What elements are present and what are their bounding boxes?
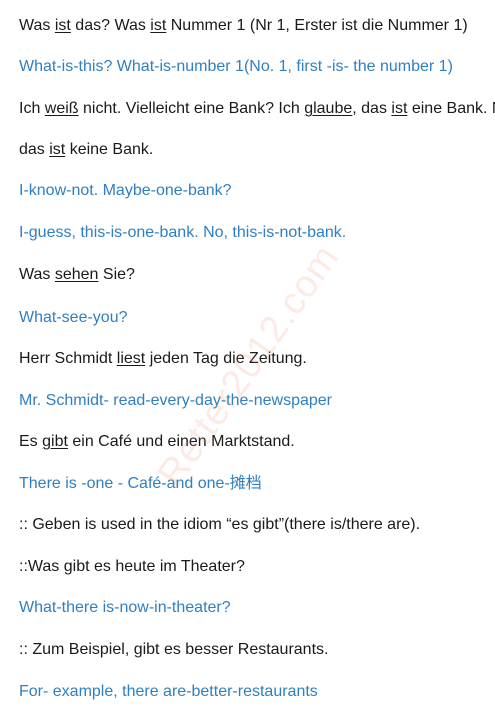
- english-gloss-line-6: There is -one - Café-and one-摊档: [19, 475, 262, 492]
- english-gloss-line-3: I-guess, this-is-one-bank. No, this-is-n…: [19, 224, 347, 241]
- text-segment: nicht. Vielleicht eine Bank? Ich: [78, 100, 305, 117]
- underlined-verb: liest: [116, 350, 146, 367]
- text-segment: Es: [19, 433, 43, 450]
- text-segment: Herr Schmidt: [19, 350, 117, 367]
- underlined-verb: sehen: [54, 266, 99, 283]
- underlined-verb: ist: [49, 141, 66, 158]
- german-line-3: das ist keine Bank.: [19, 140, 495, 160]
- text-segment: Nummer 1 (Nr 1, Erster ist die Nummer 1): [166, 17, 468, 34]
- text-segment: keine Bank.: [65, 141, 154, 158]
- german-line-6: Es gibt ein Café und einen Marktstand.: [19, 432, 495, 452]
- german-line-2: Ich weiß nicht. Vielleicht eine Bank? Ic…: [19, 99, 495, 119]
- english-gloss-line-4: What-see-you?: [19, 309, 128, 326]
- underlined-verb: weiß: [44, 100, 79, 117]
- note-line-1: :: Geben is used in the idiom “es gibt”(…: [19, 516, 421, 533]
- underlined-verb: ist: [391, 100, 408, 117]
- german-line-5: Herr Schmidt liest jeden Tag die Zeitung…: [19, 349, 495, 369]
- text-segment: Ich: [19, 100, 45, 117]
- text-segment: das: [19, 141, 50, 158]
- underlined-verb: gibt: [42, 433, 68, 450]
- text-segment: das? Was: [70, 17, 151, 34]
- german-line-1: Was ist das? Was ist Nummer 1 (Nr 1, Ers…: [19, 16, 495, 36]
- underlined-verb: glaube: [304, 100, 353, 117]
- text-segment: jeden Tag die Zeitung.: [145, 350, 307, 367]
- english-gloss-line-2: I-know-not. Maybe-one-bank?: [19, 182, 232, 199]
- english-gloss-line-5: Mr. Schmidt- read-every-day-the-newspape…: [19, 392, 333, 409]
- underlined-verb: ist: [54, 17, 71, 34]
- english-gloss-line-1: What-is-this? What-is-number 1(No. 1, fi…: [19, 58, 453, 75]
- english-gloss-line-8: For- example, there are-better-restauran…: [19, 683, 318, 700]
- text-segment: Was: [19, 266, 55, 283]
- underlined-verb: ist: [150, 17, 167, 34]
- text-segment: Was: [19, 17, 55, 34]
- note-line-2: ::Was gibt es heute im Theater?: [19, 558, 245, 575]
- text-segment: Sie?: [98, 266, 135, 283]
- german-line-4: Was sehen Sie?: [19, 265, 495, 285]
- text-segment: , das: [352, 100, 392, 117]
- document-page: Was ist das? Was ist Nummer 1 (Nr 1, Ers…: [0, 0, 495, 716]
- text-segment: ein Café und einen Marktstand.: [67, 433, 295, 450]
- english-gloss-line-7: What-there is-now-in-theater?: [19, 599, 231, 616]
- note-line-3: :: Zum Beispiel, gibt es besser Restaura…: [19, 641, 329, 658]
- text-segment: eine Bank. Nein,: [411, 100, 495, 117]
